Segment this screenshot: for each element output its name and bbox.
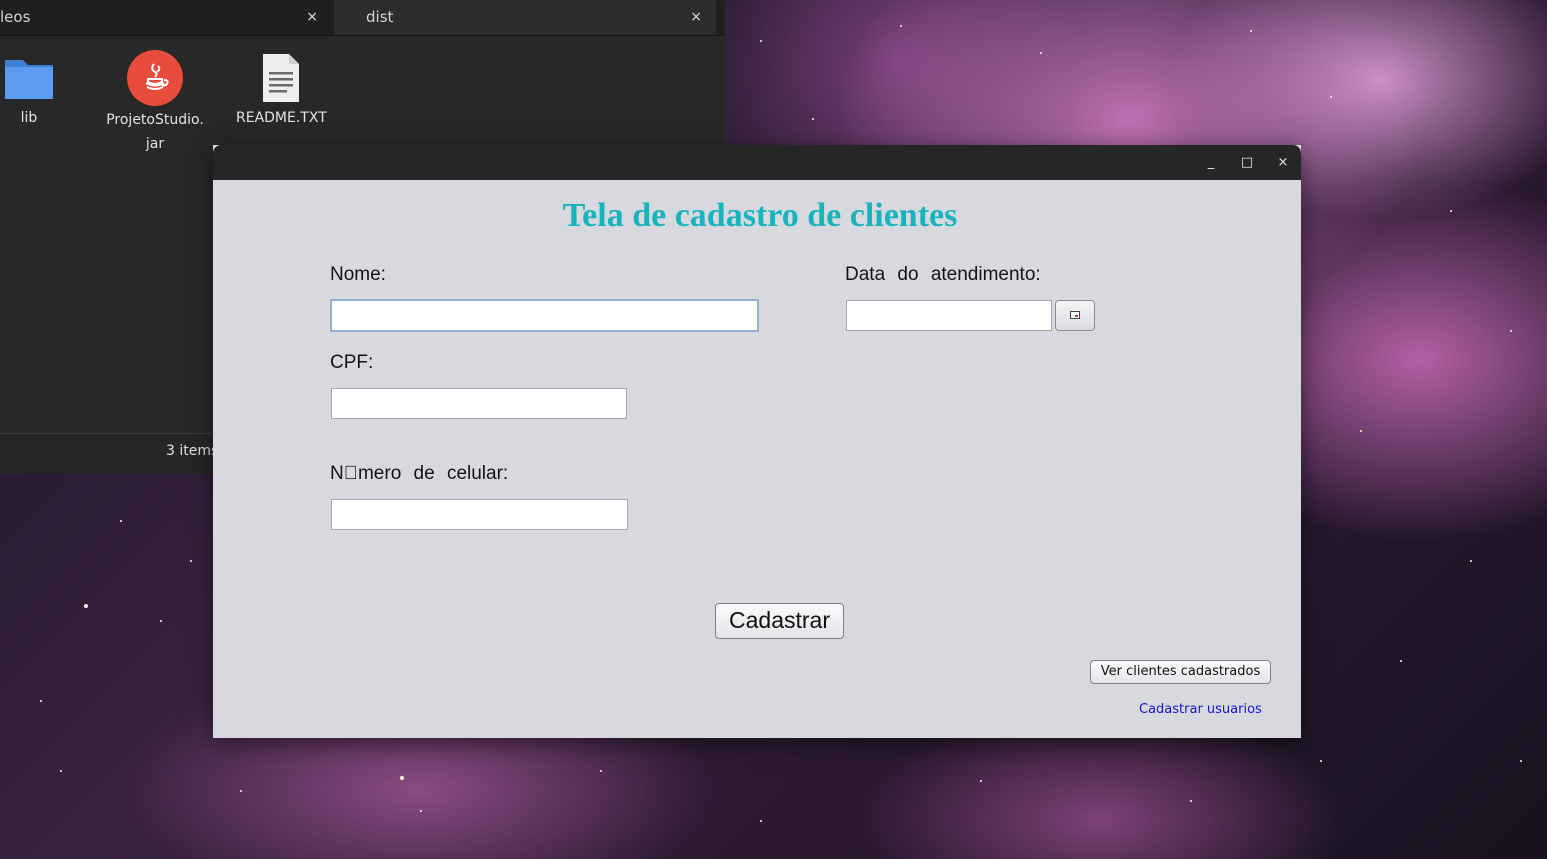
file-name: jar	[145, 136, 165, 152]
celular-label: N mero de celular:	[330, 463, 509, 484]
tab-dist[interactable]: dist ×	[334, 0, 716, 35]
ver-clientes-button[interactable]: Ver clientes cadastrados	[1090, 660, 1271, 684]
cadastrar-usuarios-link[interactable]: Cadastrar usuarios	[1139, 702, 1262, 717]
nome-input[interactable]	[330, 299, 759, 332]
file-name: README.TXT	[236, 110, 327, 126]
file-item-lib[interactable]: lib	[2, 50, 56, 130]
client-registration-window: _ □ × Tela de cadastro de clientes Nome:…	[213, 145, 1301, 738]
tab-label: dist	[366, 8, 394, 26]
close-icon[interactable]: ×	[1272, 152, 1294, 174]
date-picker-button[interactable]	[1055, 300, 1095, 331]
cadastrar-button[interactable]: Cadastrar	[715, 603, 844, 639]
close-icon[interactable]: ×	[306, 0, 318, 35]
close-icon[interactable]: ×	[690, 0, 702, 35]
folder-icon	[5, 60, 53, 99]
minimize-icon[interactable]: _	[1200, 152, 1222, 174]
nome-label: Nome:	[330, 264, 386, 285]
tab-videos[interactable]: leos ×	[0, 0, 332, 35]
window-titlebar[interactable]: _ □ ×	[213, 145, 1301, 180]
maximize-icon[interactable]: □	[1236, 152, 1258, 174]
java-icon	[127, 50, 183, 106]
page-title: Tela de cadastro de clientes	[562, 197, 958, 234]
cpf-label: CPF:	[330, 352, 374, 373]
calendar-icon	[1070, 311, 1080, 319]
item-count: 3 items	[166, 443, 219, 459]
celular-input[interactable]	[331, 499, 628, 530]
data-atendimento-input[interactable]	[846, 300, 1052, 331]
file-item-readme[interactable]: README.TXT	[236, 50, 327, 130]
tab-label: leos	[0, 8, 31, 26]
file-name: lib	[20, 110, 38, 126]
file-name: ProjetoStudio.	[106, 112, 204, 128]
text-file-icon	[263, 54, 299, 102]
tab-bar: leos × dist ×	[0, 0, 725, 36]
data-atendimento-label: Data do atendimento:	[845, 264, 1041, 285]
file-item-projetostudio-jar[interactable]: ProjetoStudio. jar	[104, 50, 206, 156]
cpf-input[interactable]	[331, 388, 627, 419]
